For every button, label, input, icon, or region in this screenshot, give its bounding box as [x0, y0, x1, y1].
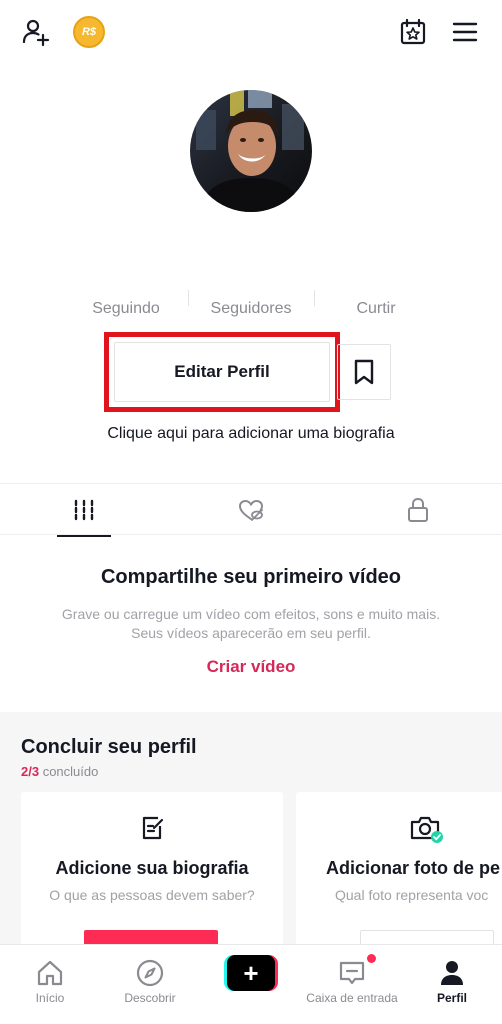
person-plus-icon [22, 19, 50, 47]
top-bar: R$ [0, 0, 502, 70]
plus-icon: + [227, 955, 275, 991]
nav-profile-label: Perfil [436, 991, 467, 1005]
coins-button[interactable]: R$ [73, 16, 105, 48]
coin-label: R$ [81, 26, 97, 38]
bottom-nav: Início Descobrir + Caixa de entrada Perf… [0, 944, 502, 1024]
active-tab-indicator [57, 535, 111, 537]
edit-note-icon [142, 816, 164, 840]
create-video-label: Criar vídeo [206, 657, 296, 676]
create-video-link[interactable]: Criar vídeo [0, 657, 502, 677]
menu-button[interactable] [447, 14, 483, 50]
followers-stat[interactable]: Seguidores [192, 300, 310, 318]
likes-stat[interactable]: Curtir [330, 300, 422, 318]
tab-private[interactable] [334, 484, 502, 536]
avatar[interactable] [190, 90, 312, 212]
following-stat[interactable]: Seguindo [70, 300, 182, 318]
heart-hidden-icon [238, 499, 263, 521]
complete-profile-title: Concluir seu perfil [21, 736, 197, 758]
calendar-button[interactable] [395, 14, 431, 50]
card-add-photo-title: Adicionar foto de pe [326, 858, 501, 878]
nav-profile[interactable]: Perfil [424, 945, 480, 1024]
card-add-bio-subtitle: O que as pessoas devem saber? [49, 887, 255, 903]
likes-label: Curtir [356, 300, 396, 317]
add-bio-prompt[interactable]: Clique aqui para adicionar uma biografia [0, 425, 502, 443]
lock-icon [408, 497, 428, 522]
nav-inbox[interactable]: Caixa de entrada [296, 945, 408, 1024]
home-icon [37, 960, 63, 986]
nav-home-label: Início [35, 991, 65, 1005]
person-icon [441, 961, 463, 985]
create-button[interactable]: + [224, 955, 278, 991]
calendar-star-icon [400, 18, 426, 45]
hamburger-menu-icon [452, 22, 478, 42]
tab-videos[interactable] [0, 484, 167, 537]
nav-inbox-label: Caixa de entrada [306, 991, 398, 1005]
progress-count: 2/3 [21, 764, 40, 779]
tab-liked[interactable] [167, 484, 334, 536]
empty-state-description: Grave ou carregue um vídeo com efeitos, … [61, 606, 441, 641]
card-add-photo-subtitle: Qual foto representa voc [335, 887, 489, 903]
camera-check-icon [410, 816, 443, 843]
nav-home[interactable]: Início [18, 945, 82, 1024]
inbox-badge [367, 954, 376, 963]
bio-prompt-text: Clique aqui para adicionar uma biografia [107, 425, 395, 442]
bookmark-icon [354, 359, 374, 385]
highlight-box [104, 332, 340, 412]
nav-discover[interactable]: Descobrir [112, 945, 188, 1024]
complete-profile-progress: 2/3 concluído [21, 764, 98, 779]
inbox-icon [339, 961, 365, 985]
profile-tabs [0, 483, 502, 537]
progress-label: concluído [42, 764, 99, 779]
empty-state-title: Compartilhe seu primeiro vídeo [100, 566, 402, 588]
compass-icon [136, 959, 164, 987]
card-add-bio-title: Adicione sua biografia [55, 858, 249, 878]
bookmark-button[interactable] [337, 344, 391, 400]
grid-bars-icon [74, 499, 93, 521]
nav-discover-label: Descobrir [124, 991, 176, 1005]
followers-label: Seguidores [210, 300, 292, 317]
following-label: Seguindo [92, 300, 160, 317]
add-user-button[interactable] [18, 14, 54, 50]
profile-stats: Seguindo Seguidores Curtir [0, 300, 502, 324]
avatar-photo [190, 90, 312, 212]
